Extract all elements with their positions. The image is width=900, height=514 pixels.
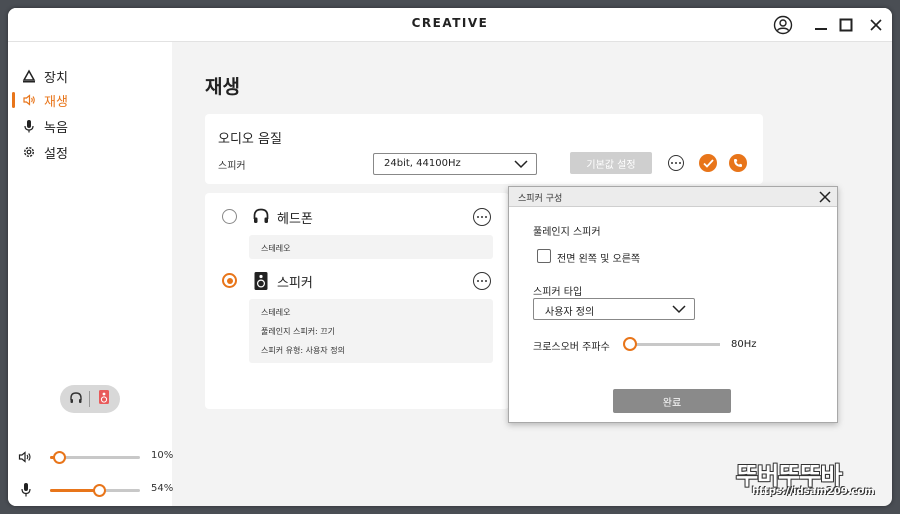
audio-quality-card: 오디오 음질 스피커 24bit, 44100Hz 기본값 설정	[205, 114, 763, 184]
volume-icon[interactable]	[18, 449, 34, 465]
active-indicator	[12, 92, 15, 108]
done-button[interactable]: 완료	[613, 389, 731, 413]
device-triangle-icon	[22, 69, 36, 83]
speaker-name: 스피커	[277, 276, 313, 291]
crossover-label: 크로스오버 주파수	[533, 342, 610, 353]
headphone-icon[interactable]	[69, 390, 83, 409]
toggle-divider	[89, 391, 91, 407]
close-icon[interactable]	[864, 13, 888, 37]
speaker-type-value: 사용자 정의	[545, 307, 595, 318]
gear-icon	[22, 145, 36, 159]
maximize-icon[interactable]	[834, 13, 858, 37]
volume-slider-thumb[interactable]	[53, 451, 66, 464]
volume-slider-row: 10%	[18, 449, 173, 465]
watermark-url: https://idsam209.com	[752, 486, 875, 497]
dialog-header: 스피커 구성	[509, 187, 837, 207]
brand-logo: CREATIVE	[411, 16, 489, 30]
audio-format-value: 24bit, 44100Hz	[384, 158, 461, 169]
sidebar: 장치 재생 녹음 설정 10% 54%	[8, 42, 173, 506]
watermark: 뚜버뚜뚜바 https://idsam209.com	[708, 456, 890, 506]
audio-quality-device-label: 스피커	[218, 161, 246, 172]
volume-value: 10%	[151, 450, 174, 461]
chevron-down-icon	[672, 303, 686, 318]
mic-slider-fill	[50, 489, 99, 492]
speaker-more-icon[interactable]	[473, 272, 491, 290]
crossover-slider-thumb[interactable]	[623, 337, 637, 351]
checkmark-icon[interactable]	[699, 154, 717, 172]
dialog-title: 스피커 구성	[518, 194, 563, 204]
headphone-more-icon[interactable]	[473, 208, 491, 226]
mic-value: 54%	[151, 483, 174, 494]
more-options-icon[interactable]	[668, 155, 684, 171]
microphone-icon[interactable]	[18, 482, 34, 498]
minimize-icon[interactable]	[809, 13, 833, 37]
headphone-details: 스테레오	[249, 235, 493, 259]
crossover-slider-track[interactable]	[630, 343, 720, 346]
output-devices-card: 헤드폰 스테레오 스피커 스테레오 풀레인지 스피커: 끄기 스피커 유형: 사…	[205, 193, 509, 409]
app-window: CREATIVE 장치 재생 녹음 설정 10% 54% 재생 오디오 음질 스…	[8, 8, 892, 506]
output-toggle[interactable]	[60, 385, 120, 413]
crossover-value: 80Hz	[731, 339, 757, 350]
speaker-red-icon[interactable]	[97, 389, 111, 409]
speaker-detail: 스테레오	[261, 308, 291, 317]
title-bar: CREATIVE	[8, 8, 892, 42]
speaker-playback-icon	[22, 93, 36, 107]
mic-slider-row: 54%	[18, 482, 173, 498]
speaker-type-label: 스피커 타입	[533, 287, 583, 298]
speaker-icon	[252, 271, 270, 290]
sidebar-item-label: 녹음	[44, 120, 68, 136]
speaker-config-dialog: 스피커 구성 풀레인지 스피커 전면 왼쪽 및 오른쪽 스피커 타입 사용자 정…	[508, 186, 838, 423]
speaker-detail: 풀레인지 스피커: 끄기	[261, 327, 336, 336]
checkbox-label[interactable]: 전면 왼쪽 및 오른쪽	[557, 250, 640, 265]
sidebar-item-label: 장치	[44, 70, 68, 86]
phone-icon[interactable]	[729, 154, 747, 172]
page-title: 재생	[205, 76, 240, 98]
sidebar-item-settings[interactable]: 설정	[22, 142, 68, 162]
dialog-close-icon[interactable]	[817, 189, 833, 205]
audio-format-select[interactable]: 24bit, 44100Hz	[373, 153, 537, 175]
set-default-button[interactable]: 기본값 설정	[570, 152, 652, 174]
mic-slider-thumb[interactable]	[92, 484, 106, 497]
headphone-name: 헤드폰	[277, 212, 313, 227]
headphone-detail: 스테레오	[261, 244, 291, 253]
mic-slider-track[interactable]	[50, 484, 140, 497]
audio-quality-title: 오디오 음질	[218, 132, 282, 147]
fullrange-label: 풀레인지 스피커	[533, 227, 601, 238]
sidebar-item-label: 재생	[44, 94, 68, 110]
sidebar-item-recording[interactable]: 녹음	[22, 116, 68, 136]
chevron-down-icon	[514, 158, 528, 173]
headphone-radio[interactable]	[222, 209, 237, 224]
speaker-radio[interactable]	[222, 273, 237, 288]
sidebar-item-devices[interactable]: 장치	[22, 66, 68, 86]
front-left-right-checkbox[interactable]	[537, 249, 551, 263]
headphone-icon	[252, 207, 270, 225]
account-icon[interactable]	[771, 13, 795, 37]
speaker-details: 스테레오 풀레인지 스피커: 끄기 스피커 유형: 사용자 정의	[249, 299, 493, 363]
sidebar-item-playback[interactable]: 재생	[22, 90, 68, 110]
sidebar-item-label: 설정	[44, 146, 68, 162]
speaker-type-select[interactable]: 사용자 정의	[533, 298, 695, 320]
volume-slider-track[interactable]	[50, 451, 140, 464]
microphone-icon	[22, 119, 36, 133]
speaker-detail: 스피커 유형: 사용자 정의	[261, 346, 345, 355]
